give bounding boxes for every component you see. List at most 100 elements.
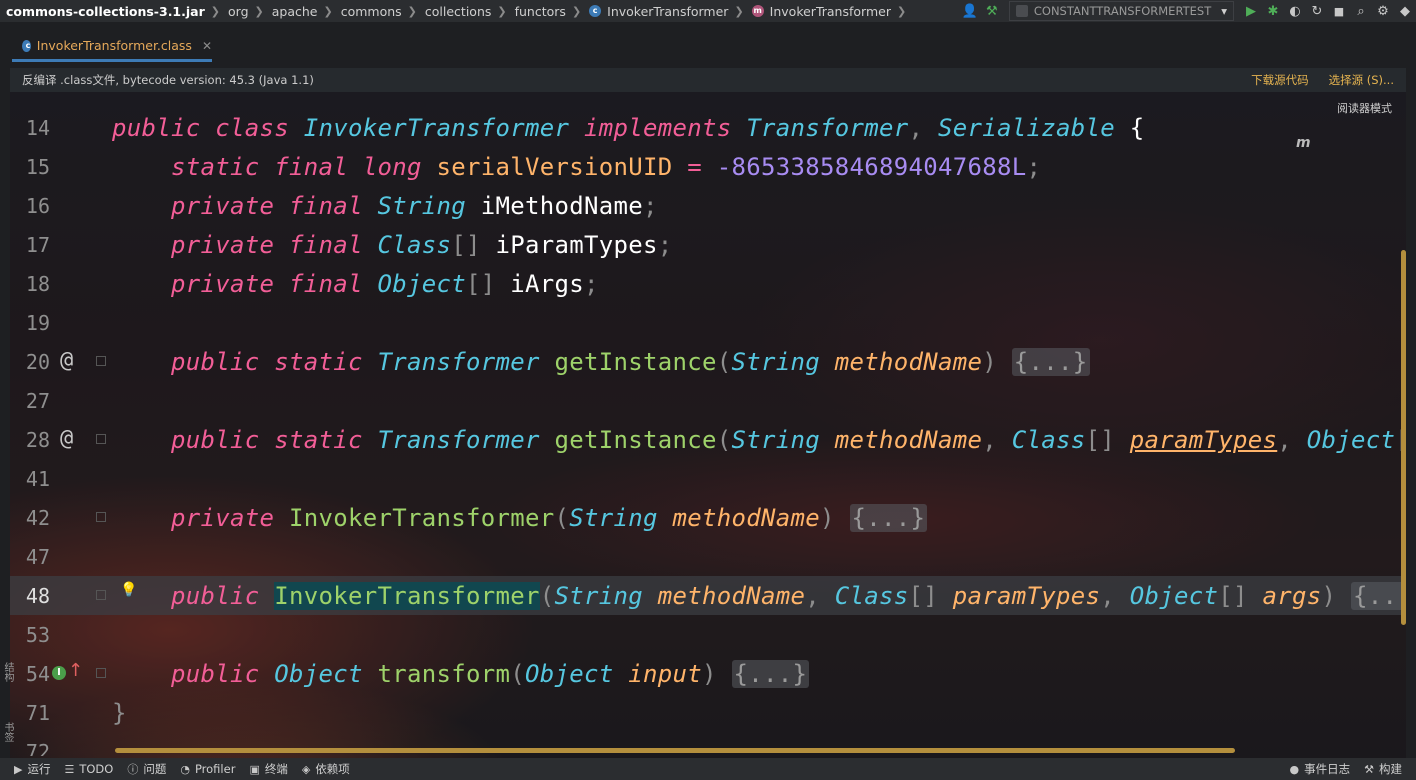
horizontal-scrollbar[interactable] [115,748,1235,753]
line-number: 71 [25,701,50,725]
build-tool-button[interactable]: ⚒ 构建 [1364,761,1402,777]
decompiled-info-text: 反编译 .class文件, bytecode version: 45.3 (Ja… [22,73,314,87]
build-tool-label: 构建 [1379,762,1402,776]
line-number: 14 [25,116,50,140]
implements-marker-icon[interactable]: I [52,666,66,680]
layers-icon: ◈ [301,762,311,776]
breadcrumb-org[interactable]: org [228,4,249,19]
breadcrumb-collections[interactable]: collections [425,4,492,19]
toolbar-right: 👤 ⚒ CONSTANTTRANSFORMERTEST ▾ ▶ ✱ ◐ ↻ ■ … [959,0,1416,22]
profile-icon[interactable]: ↻ [1306,4,1328,19]
code-text: public static Transformer getInstance(St… [171,426,1406,454]
reader-mode-button[interactable]: 阅读器模式 [1337,100,1392,116]
fold-toggle-icon[interactable] [96,512,106,522]
line-number: 72 [25,740,50,756]
breadcrumb-commons[interactable]: commons [341,4,402,19]
arrow-up-icon[interactable]: ↑ [68,660,83,681]
stop-icon[interactable]: ■ [1328,5,1350,18]
line-number: 41 [25,467,50,491]
line-number: 19 [25,311,50,335]
chevron-right-icon: ❯ [896,4,907,18]
problems-tool-button[interactable]: ⓘ 问题 [127,761,166,777]
choose-sources-link[interactable]: 选择源 (S)... [1329,72,1394,88]
plugins-icon[interactable]: ◆ [1394,4,1416,19]
terminal-tool-button[interactable]: ▣ 终端 [249,761,287,777]
todo-tool-label: TODO [79,762,114,776]
code-text: private final Class[] iParamTypes; [171,231,673,259]
user-icon[interactable]: 👤 [959,4,981,19]
code-text: private final String iMethodName; [171,192,658,220]
code-line: 53 [10,615,1406,654]
run-icon[interactable]: ▶ [1240,4,1262,19]
todo-tool-button[interactable]: ☰ TODO [64,762,113,776]
coverage-icon[interactable]: ◐ [1284,4,1306,19]
gear-icon[interactable]: ⚙ [1372,4,1394,19]
chevron-right-icon: ❯ [734,4,744,18]
line-number: 28 [25,428,50,452]
download-sources-link[interactable]: 下载源代码 [1251,72,1309,88]
breadcrumb-class[interactable]: InvokerTransformer [607,4,728,19]
event-log-icon: ● [1289,762,1300,776]
list-icon: ☰ [64,762,75,776]
chevron-right-icon: ❯ [571,4,582,18]
line-number: 17 [25,233,50,257]
line-number: 47 [25,545,50,569]
event-log-label: 事件日志 [1304,762,1351,776]
status-bar: ▶ 运行 ☰ TODO ⓘ 问题 ◔ Profiler ▣ 终端 ◈ 依赖项 ● 事件日志 ⚒… [0,758,1416,780]
line-number: 18 [25,272,50,296]
profiler-tool-label: Profiler [194,762,236,776]
code-line: 18 private final Object[] iArgs; [10,264,1406,303]
decompiled-info-bar: 反编译 .class文件, bytecode version: 45.3 (Ja… [10,68,1406,92]
terminal-icon: ▣ [249,762,260,776]
dependencies-tool-button[interactable]: ◈ 依赖项 [302,761,350,777]
chevron-right-icon: ❯ [323,4,333,18]
line-number: 20 [25,350,50,374]
editor-tab-bar [0,22,1416,68]
left-tool-strip: 结构 书签 [0,22,13,780]
override-marker-icon[interactable]: @ [60,348,73,373]
chevron-right-icon: ❯ [254,4,264,18]
run-tool-button[interactable]: ▶ 运行 [14,761,50,777]
breadcrumb-functors[interactable]: functors [515,4,566,19]
code-editor[interactable]: 14 public class InvokerTransformer imple… [10,108,1406,756]
code-line-current: 48 💡 public InvokerTransformer(String me… [10,576,1406,615]
line-number: 16 [25,194,50,218]
vertical-scrollbar[interactable] [1401,250,1406,625]
code-line: 71 } [10,693,1406,732]
close-icon[interactable]: ✕ [202,39,212,53]
fold-toggle-icon[interactable] [96,590,106,600]
breadcrumb-jar[interactable]: commons-collections-3.1.jar [6,4,205,19]
line-number: 48 [25,584,50,608]
run-config-label: CONSTANTTRANSFORMERTEST [1033,4,1212,18]
override-marker-icon[interactable]: @ [60,426,73,451]
code-line: 20 @ public static Transformer getInstan… [10,342,1406,381]
line-number: 42 [25,506,50,530]
code-line: 41 [10,459,1406,498]
fold-toggle-icon[interactable] [96,434,106,444]
maven-icon[interactable]: m [1296,135,1311,151]
folded-region[interactable]: {...} [731,660,810,688]
event-log-button[interactable]: ● 事件日志 [1290,761,1351,777]
terminal-tool-label: 终端 [264,762,288,776]
structure-tool-label[interactable]: 结构 [0,662,15,682]
debug-icon[interactable]: ✱ [1262,4,1284,19]
search-icon[interactable]: ⌕ [1350,4,1372,19]
run-tool-label: 运行 [27,762,51,776]
tab-invoker-transformer[interactable]: c InvokerTransformer.class ✕ [12,32,212,62]
build-hammer-icon[interactable]: ⚒ [981,4,1003,19]
code-text: public InvokerTransformer(String methodN… [112,582,1406,610]
breadcrumb-apache[interactable]: apache [272,4,318,19]
right-tool-strip [1406,22,1416,760]
folded-region[interactable]: {...} [1351,582,1406,610]
folded-region[interactable]: {...} [1011,348,1090,376]
code-text: private final Object[] iArgs; [171,270,599,298]
breadcrumb-method[interactable]: InvokerTransformer [770,4,891,19]
profiler-tool-button[interactable]: ◔ Profiler [180,762,235,776]
run-configuration-select[interactable]: CONSTANTTRANSFORMERTEST ▾ [1008,1,1234,21]
bookmarks-tool-label[interactable]: 书签 [0,722,15,742]
chevron-right-icon: ❯ [407,4,417,18]
fold-toggle-icon[interactable] [96,668,106,678]
chevron-down-icon: ▾ [1221,4,1227,18]
fold-toggle-icon[interactable] [96,356,106,366]
folded-region[interactable]: {...} [849,504,928,532]
